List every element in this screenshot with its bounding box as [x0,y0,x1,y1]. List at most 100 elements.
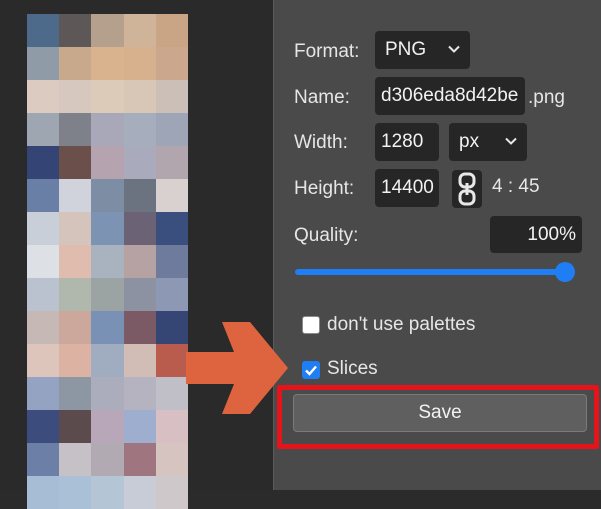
palette-checkbox[interactable] [302,316,320,334]
preview-tile [155,245,188,278]
format-select[interactable]: PNG [375,31,470,69]
preview-tile [59,113,92,146]
preview-tile [155,113,188,146]
preview-tile [91,311,124,344]
preview-tile [123,311,156,344]
preview-tile [91,212,124,245]
preview-tile [91,47,124,80]
name-input[interactable]: d306eda8d42be [375,77,525,115]
quality-slider[interactable] [295,262,575,282]
preview-tile [27,476,60,509]
preview-tile [155,179,188,212]
preview-tile [27,410,60,443]
preview-tile [155,311,188,344]
preview-tile [123,113,156,146]
chevron-down-icon [448,45,460,53]
preview-tile [91,113,124,146]
unit-select[interactable]: px [449,123,527,161]
preview-tile [27,14,60,47]
preview-tile [59,14,92,47]
preview-tile [123,245,156,278]
preview-tile [123,47,156,80]
height-value: 14400 [381,177,434,198]
preview-tile [123,14,156,47]
preview-tile [59,377,92,410]
link-aspect-button[interactable] [452,170,482,208]
slices-checkbox[interactable] [302,361,320,379]
name-extension: .png [528,87,565,108]
preview-tile [59,80,92,113]
preview-tile [155,344,188,377]
checkmark-icon [305,365,317,376]
chain-link-icon [458,172,476,206]
preview-tile [91,179,124,212]
preview-tile [27,344,60,377]
preview-tile [123,410,156,443]
preview-tile [91,377,124,410]
preview-tile [123,80,156,113]
unit-value: px [459,131,480,152]
preview-tile [155,212,188,245]
aspect-ratio: 4 : 45 [492,176,540,197]
preview-tile [59,146,92,179]
preview-tile [155,14,188,47]
preview-tile [59,476,92,509]
preview-tile [27,113,60,146]
width-label: Width: [294,132,348,153]
preview-tile [155,476,188,509]
preview-tile [59,245,92,278]
preview-tile [59,443,92,476]
preview-tile [27,47,60,80]
preview-tile [123,344,156,377]
preview-tile [123,476,156,509]
preview-tile [91,80,124,113]
preview-tile [91,344,124,377]
preview-tile [27,245,60,278]
width-value: 1280 [381,131,424,152]
preview-tile [91,245,124,278]
preview-tile [155,443,188,476]
save-label: Save [418,402,462,423]
preview-tile [59,179,92,212]
height-input[interactable]: 14400 [375,169,439,207]
slider-thumb[interactable] [555,262,575,282]
quality-value: 100% [527,223,576,245]
name-value: d306eda8d42be [381,85,519,106]
preview-tile [91,278,124,311]
preview-tile [59,344,92,377]
preview-tile [59,410,92,443]
preview-tile [91,14,124,47]
preview-tile [91,476,124,509]
preview-tile [91,443,124,476]
height-label: Height: [294,178,355,199]
preview-tile [27,377,60,410]
preview-tile [123,278,156,311]
preview-tile [155,377,188,410]
preview-tile [91,410,124,443]
preview-tile [123,443,156,476]
preview-tile [123,146,156,179]
quality-label: Quality: [294,225,359,246]
right-arrow-icon [186,322,288,414]
preview-tile [123,212,156,245]
format-label: Format: [294,41,360,62]
preview-tile [59,212,92,245]
format-value: PNG [385,39,427,60]
preview-tile [123,179,156,212]
preview-tile [59,47,92,80]
preview-tile [27,80,60,113]
slices-label: Slices [327,358,378,379]
preview-tile [59,311,92,344]
preview-tile [155,80,188,113]
preview-tile [59,278,92,311]
preview-tile [123,377,156,410]
preview-tile [27,278,60,311]
quality-input[interactable]: 100% [490,216,582,253]
chevron-down-icon [505,137,517,145]
preview-tile [155,278,188,311]
preview-tile [27,311,60,344]
save-button[interactable]: Save [293,394,587,432]
preview-tile [155,410,188,443]
width-input[interactable]: 1280 [375,123,439,161]
palette-label: don't use palettes [327,314,476,335]
